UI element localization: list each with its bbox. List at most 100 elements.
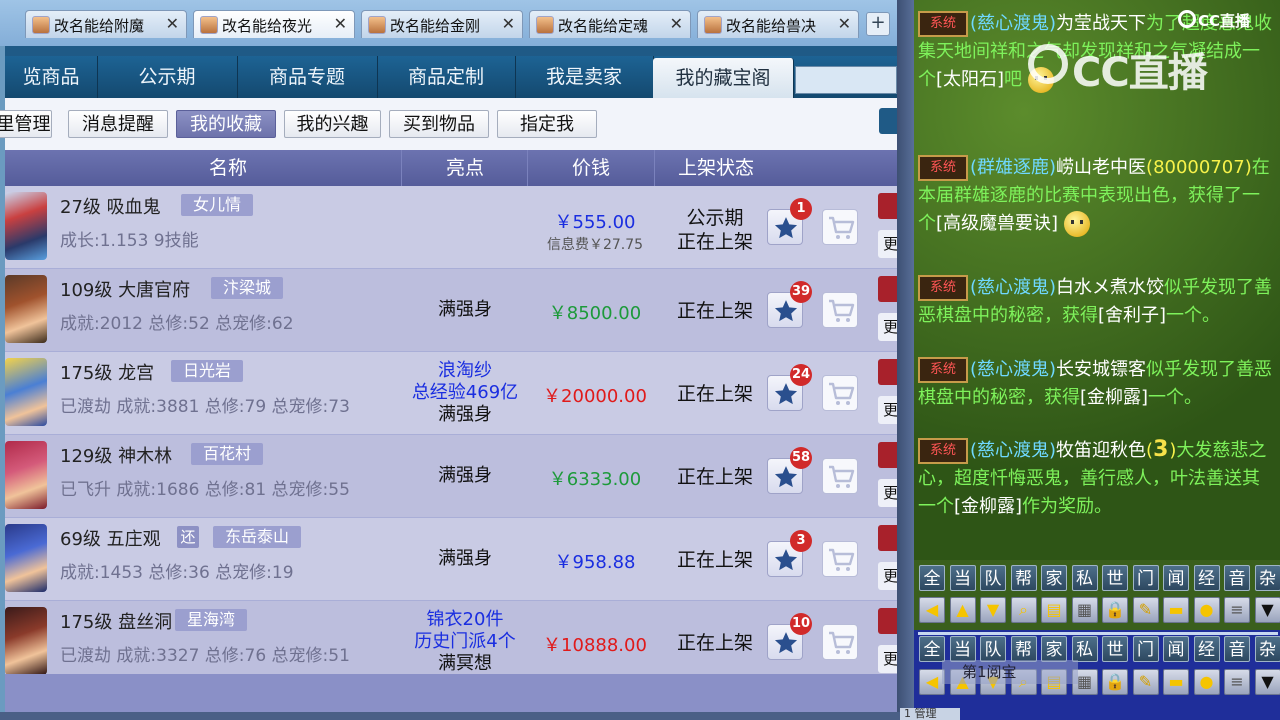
channel-button-11[interactable]: 杂 xyxy=(1254,565,1280,591)
list-icon[interactable]: ≡ xyxy=(1224,597,1250,623)
character-avatar[interactable] xyxy=(5,192,47,260)
cc-watermark-icon xyxy=(1028,44,1068,84)
channel-button-10[interactable]: 音 xyxy=(1224,565,1250,591)
add-to-cart-button[interactable] xyxy=(822,292,858,328)
server-tag: 星海湾 xyxy=(175,609,248,631)
character-avatar[interactable] xyxy=(5,358,47,426)
channel-button-8[interactable]: 闻 xyxy=(1163,565,1189,591)
row-action-red[interactable] xyxy=(878,608,897,634)
channel-button-4[interactable]: 家 xyxy=(1041,636,1067,662)
channel-button-2[interactable]: 队 xyxy=(980,565,1006,591)
channel-button-9[interactable]: 经 xyxy=(1193,565,1220,591)
subnav-button-1[interactable]: 消息提醒 xyxy=(68,110,168,138)
browser-tab[interactable]: 改名能给定魂 ✕ xyxy=(529,10,691,38)
browser-tab[interactable]: 改名能给夜光 ✕ xyxy=(193,10,355,38)
row-action-more[interactable]: 更 xyxy=(878,645,897,673)
close-tab-icon[interactable]: ✕ xyxy=(166,14,179,33)
character-title: 175级 龙宫 xyxy=(60,359,154,385)
add-to-cart-button[interactable] xyxy=(822,375,858,411)
row-action-more[interactable]: 更 xyxy=(878,396,897,424)
search-icon[interactable]: ⌕ xyxy=(1010,597,1037,623)
brush-icon[interactable]: ✎ xyxy=(1132,597,1159,623)
new-tab-button[interactable]: + xyxy=(866,12,890,36)
close-tab-icon[interactable]: ✕ xyxy=(838,14,851,33)
close-tab-icon[interactable]: ✕ xyxy=(502,14,515,33)
character-title: 27级 吸血鬼 xyxy=(60,193,161,219)
grid-icon[interactable]: ▦ xyxy=(1071,597,1098,623)
row-action-more[interactable]: 更 xyxy=(878,313,897,341)
channel-button-6[interactable]: 世 xyxy=(1102,636,1128,662)
character-avatar[interactable] xyxy=(5,275,47,343)
subnav-button-0[interactable]: 里管理 xyxy=(0,110,52,138)
nav-tab-0[interactable]: 览商品 xyxy=(5,56,98,98)
character-avatar[interactable] xyxy=(5,524,47,592)
subnav-button-3[interactable]: 我的兴趣 xyxy=(284,110,381,138)
row-action-red[interactable] xyxy=(878,359,897,385)
chat-text: 为莹战天下 xyxy=(1056,13,1147,34)
browser-tab[interactable]: 改名能给兽决 ✕ xyxy=(697,10,859,38)
channel-button-1[interactable]: 当 xyxy=(949,636,976,662)
subnav-button-4[interactable]: 买到物品 xyxy=(389,110,489,138)
channel-button-0[interactable]: 全 xyxy=(919,636,945,662)
row-action-red[interactable] xyxy=(878,276,897,302)
nav-search-box[interactable] xyxy=(795,66,897,94)
add-to-cart-button[interactable] xyxy=(822,624,858,660)
nav-tab-3[interactable]: 商品定制 xyxy=(377,56,516,98)
channel-button-0[interactable]: 全 xyxy=(919,565,945,591)
channel-button-8[interactable]: 闻 xyxy=(1163,636,1189,662)
arrow-up-icon[interactable]: ▲ xyxy=(949,597,976,623)
channel-button-3[interactable]: 帮 xyxy=(1010,565,1037,591)
browser-tab[interactable]: 改名能给附魔 ✕ xyxy=(25,10,187,38)
character-avatar[interactable] xyxy=(5,607,47,675)
list-icon[interactable]: ≡ xyxy=(1224,669,1250,695)
channel-button-6[interactable]: 世 xyxy=(1102,565,1128,591)
nav-tab-5[interactable]: 我的藏宝阁 xyxy=(653,58,794,98)
sub-nav-edge-button[interactable] xyxy=(879,108,897,134)
row-action-more[interactable]: 更 xyxy=(878,230,897,258)
channel-button-7[interactable]: 门 xyxy=(1132,636,1159,662)
close-tab-icon[interactable]: ✕ xyxy=(670,14,683,33)
arrow-left-icon[interactable]: ◀ xyxy=(919,597,945,623)
arrow-right-icon[interactable]: ▼ xyxy=(1254,597,1280,623)
row-action-more[interactable]: 更 xyxy=(878,562,897,590)
row-action-more[interactable]: 更 xyxy=(878,479,897,507)
favorite-count-badge: 1 xyxy=(790,198,812,220)
add-to-cart-button[interactable] xyxy=(822,541,858,577)
chat-bubble-icon[interactable]: ● xyxy=(1193,669,1220,695)
channel-button-1[interactable]: 当 xyxy=(949,565,976,591)
arrow-down-icon[interactable]: ▼ xyxy=(980,597,1006,623)
server-tag: 百花村 xyxy=(191,443,264,465)
chat-bubble-icon[interactable]: ● xyxy=(1193,597,1220,623)
channel-button-10[interactable]: 音 xyxy=(1224,636,1250,662)
brush-icon[interactable]: ✎ xyxy=(1132,669,1159,695)
browser-tab[interactable]: 改名能给金刚 ✕ xyxy=(361,10,523,38)
channel-button-4[interactable]: 家 xyxy=(1041,565,1067,591)
add-to-cart-button[interactable] xyxy=(822,458,858,494)
nav-tab-2[interactable]: 商品专题 xyxy=(237,56,378,98)
nav-tab-4[interactable]: 我是卖家 xyxy=(515,56,654,98)
lock-icon[interactable]: 🔒 xyxy=(1102,669,1128,695)
channel-button-9[interactable]: 经 xyxy=(1193,636,1220,662)
folder-icon[interactable]: ▬ xyxy=(1163,669,1189,695)
header-highlight: 亮点 xyxy=(403,150,528,186)
channel-button-2[interactable]: 队 xyxy=(980,636,1006,662)
subnav-button-5[interactable]: 指定我 xyxy=(497,110,597,138)
channel-button-3[interactable]: 帮 xyxy=(1010,636,1037,662)
lock-icon[interactable]: 🔒 xyxy=(1102,597,1128,623)
row-action-red[interactable] xyxy=(878,193,897,219)
folder-icon[interactable]: ▬ xyxy=(1163,597,1189,623)
subnav-button-2[interactable]: 我的收藏 xyxy=(176,110,276,138)
channel-button-7[interactable]: 门 xyxy=(1132,565,1159,591)
nav-tab-1[interactable]: 公示期 xyxy=(97,56,238,98)
row-action-red[interactable] xyxy=(878,442,897,468)
arrow-right-icon[interactable]: ▼ xyxy=(1254,669,1280,695)
channel-button-5[interactable]: 私 xyxy=(1071,565,1098,591)
channel-button-11[interactable]: 杂 xyxy=(1254,636,1280,662)
document-icon[interactable]: ▤ xyxy=(1041,597,1067,623)
add-to-cart-button[interactable] xyxy=(822,209,858,245)
character-avatar[interactable] xyxy=(5,441,47,509)
window-divider[interactable] xyxy=(897,0,914,720)
channel-button-5[interactable]: 私 xyxy=(1071,636,1098,662)
close-tab-icon[interactable]: ✕ xyxy=(334,14,347,33)
row-action-red[interactable] xyxy=(878,525,897,551)
